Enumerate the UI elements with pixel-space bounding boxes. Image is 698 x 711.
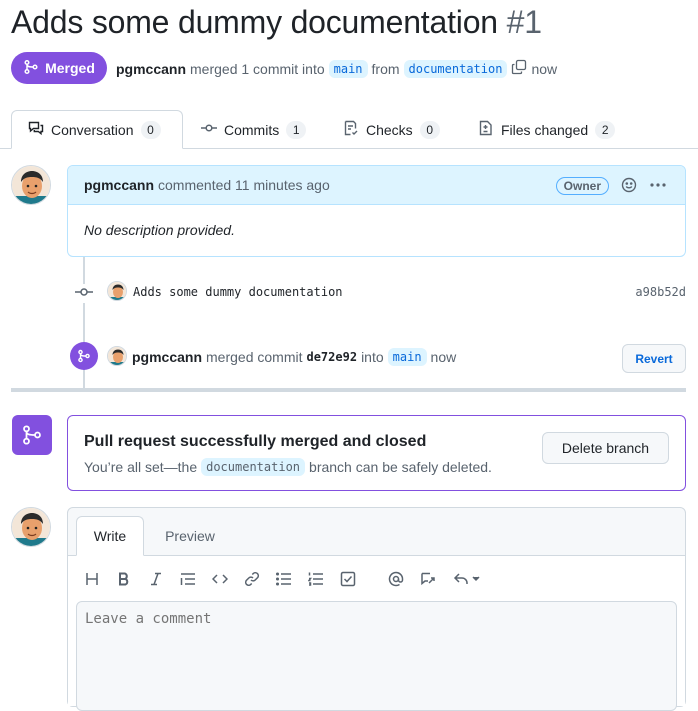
unordered-list-icon[interactable] [274,569,294,589]
tab-conversation[interactable]: Conversation 0 [11,110,183,149]
tab-label: Checks [366,121,413,138]
comment-body: No description provided. [84,222,235,238]
quote-icon[interactable] [178,569,198,589]
pr-meta: pgmccann merged 1 commit into main from … [116,59,557,78]
avatar[interactable] [11,165,51,205]
saved-replies-icon[interactable] [452,569,482,589]
code-icon[interactable] [210,569,230,589]
merged-subtitle: You’re all set—the documentation branch … [84,458,492,476]
commit-message-link[interactable]: Adds some dummy documentation [133,285,343,299]
tab-counter: 0 [419,120,440,139]
merged-sub-after: branch can be safely deleted. [309,459,492,475]
git-merge-icon [70,342,98,370]
merged-title: Pull request successfully merged and clo… [84,433,427,450]
from-text: from [371,60,400,77]
mention-icon[interactable] [386,569,406,589]
file-diff-icon [478,120,494,139]
tab-files-changed[interactable]: Files changed 2 [478,110,616,149]
ordered-list-icon[interactable] [306,569,326,589]
merge-branch[interactable]: main [387,348,427,366]
comment-header: pgmccann commented 11 minutes ago Owner [68,166,685,205]
tab-counter: 2 [595,120,616,139]
head-branch[interactable]: documentation [403,59,508,78]
tab-label: Commits [224,121,280,138]
comment-action[interactable]: commented 11 minutes ago [158,177,330,193]
merged-text: merged 1 commit into [190,60,325,77]
git-commit-icon [75,284,93,303]
bold-icon[interactable] [114,569,134,589]
merged-time: now [531,60,558,77]
comment-textarea[interactable] [76,601,677,711]
avatar[interactable] [107,281,127,301]
tab-label: Files changed [501,121,589,138]
tab-commits[interactable]: Commits 1 [201,110,307,149]
kebab-horizontal-icon[interactable] [649,177,667,196]
link-icon[interactable] [242,569,262,589]
tab-label: Conversation [51,121,134,138]
tab-write[interactable]: Write [76,516,144,556]
git-commit-icon [201,120,217,139]
merge-text: merged commit [206,349,303,365]
avatar[interactable] [11,507,51,547]
tab-preview[interactable]: Preview [150,516,230,556]
state-label: Merged [45,60,95,76]
pr-title: Adds some dummy documentation #1 [11,4,542,41]
merged-state-badge: Merged [11,52,107,84]
tab-counter: 1 [286,120,307,139]
heading-icon[interactable] [82,569,102,589]
comment-discussion-icon [28,120,44,139]
base-branch[interactable]: main [328,59,368,78]
merge-into-text: into [361,349,384,365]
merge-time[interactable]: now [431,349,457,365]
merge-sha-link[interactable]: de72e92 [306,350,357,364]
tasklist-icon[interactable] [338,569,358,589]
copy-icon[interactable] [511,59,527,78]
delete-branch-button[interactable]: Delete branch [542,432,669,464]
smiley-icon[interactable] [621,177,637,196]
tab-counter: 0 [140,120,161,139]
tab-checks[interactable]: Checks 0 [343,110,440,149]
italic-icon[interactable] [146,569,166,589]
avatar[interactable] [107,346,127,366]
cross-reference-icon[interactable] [418,569,438,589]
merged-sub-before: You’re all set—the [84,459,198,475]
commit-sha-link[interactable]: a98b52d [635,285,686,299]
pr-number: #1 [506,4,542,40]
comment-box: pgmccann commented 11 minutes ago Owner … [67,165,686,257]
comment-author[interactable]: pgmccann [84,177,154,193]
timeline-divider [11,388,686,392]
git-merge-icon [12,415,52,455]
pr-author-link[interactable]: pgmccann [116,61,186,77]
merge-author-link[interactable]: pgmccann [132,349,202,365]
revert-button[interactable]: Revert [622,344,686,373]
git-merge-icon [23,59,39,78]
pr-title-text: Adds some dummy documentation [11,4,498,40]
checklist-icon [343,120,359,139]
owner-badge: Owner [555,177,609,195]
merged-branch: documentation [201,458,306,476]
merge-event: pgmccann merged commit de72e92 into main… [132,348,456,366]
